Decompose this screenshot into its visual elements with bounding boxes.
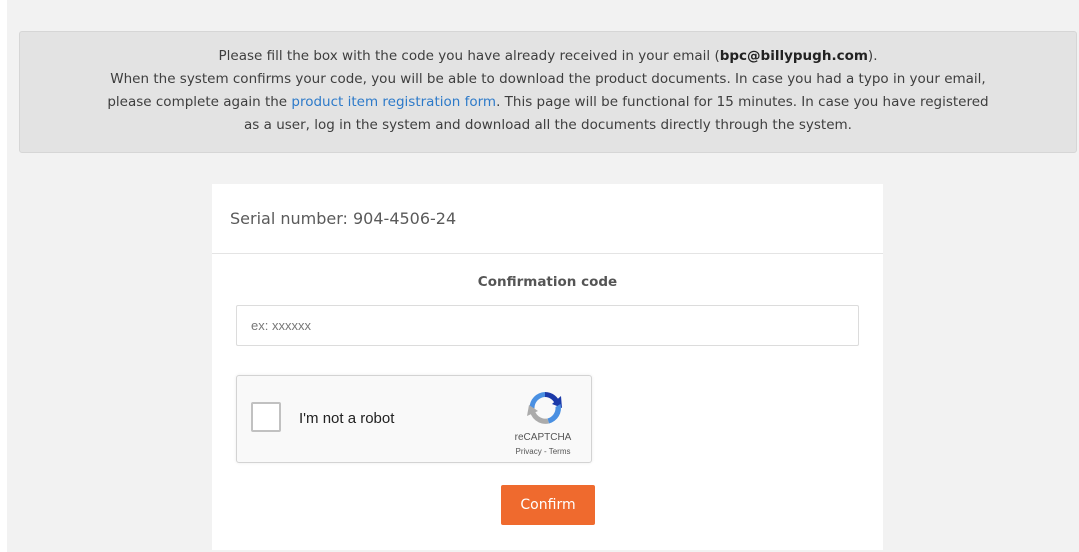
recaptcha-links: Privacy - Terms <box>515 447 571 456</box>
registration-form-link[interactable]: product item registration form <box>291 94 496 110</box>
info-notice: Please fill the box with the code you ha… <box>19 31 1077 153</box>
card-header: Serial number: 904-4506-24 <box>212 184 883 254</box>
page: Please fill the box with the code you ha… <box>0 0 1079 552</box>
confirmation-code-label: Confirmation code <box>477 274 618 290</box>
notice-line-2: When the system confirms your code, you … <box>110 71 986 87</box>
confirmation-card: Serial number: 904-4506-24 Confirmation … <box>212 184 883 550</box>
notice-email: bpc@billypugh.com <box>719 48 868 64</box>
serial-number: Serial number: 904-4506-24 <box>230 209 457 228</box>
recaptcha-terms-link[interactable]: Terms <box>549 447 571 456</box>
notice-line-1: Please fill the box with the code you ha… <box>218 48 878 64</box>
recaptcha-checkbox[interactable] <box>251 402 281 432</box>
recaptcha-privacy-link[interactable]: Privacy <box>516 447 542 456</box>
recaptcha-label: I'm not a robot <box>299 410 395 427</box>
left-edge-strip <box>0 0 7 552</box>
notice-line-4: as a user, log in the system and downloa… <box>244 117 852 133</box>
confirm-button[interactable]: Confirm <box>501 485 595 525</box>
recaptcha-logo-icon <box>527 392 562 424</box>
recaptcha-brand: reCAPTCHA <box>514 432 572 443</box>
recaptcha-widget: I'm not a robot reCAPTCHA Privacy - Term… <box>236 375 592 463</box>
confirmation-code-input[interactable] <box>236 305 859 346</box>
notice-line-3: please complete again the product item r… <box>107 94 989 110</box>
